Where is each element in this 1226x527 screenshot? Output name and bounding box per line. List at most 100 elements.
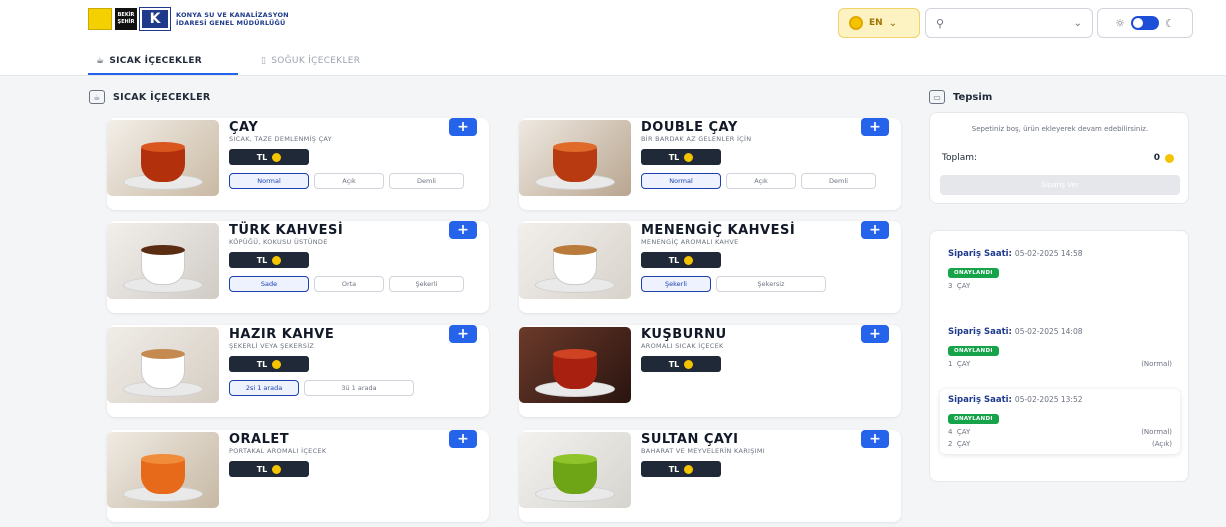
logo-text-line1: KONYA SU VE KANALİZASYON	[176, 11, 289, 19]
option-button[interactable]: Açık	[726, 173, 796, 189]
coin-icon	[684, 152, 694, 162]
coin-icon	[272, 255, 282, 265]
status-badge: ONAYLANDI	[948, 414, 999, 424]
cart-title-text: Tepsim	[953, 91, 993, 103]
product-options: Normal Açık Demli	[229, 173, 464, 189]
active-tab-indicator	[88, 73, 238, 75]
hot-cup-icon: ☕	[89, 90, 105, 104]
add-to-cart-button[interactable]: +	[861, 325, 889, 343]
order-item: Sipariş Saati: 05-02-2025 14:08 ONAYLAND…	[940, 321, 1180, 374]
option-button[interactable]: Demli	[801, 173, 876, 189]
sun-icon: ☼	[1115, 16, 1125, 30]
order-time-label: Sipariş Saati:	[948, 327, 1012, 337]
logo-group[interactable]: BEKİR ŞEHİR K KONYA SU VE KANALİZASYON İ…	[88, 7, 289, 31]
tab-hot-drinks[interactable]: ☕ SICAK İÇECEKLER	[96, 56, 202, 66]
product-price: TL	[229, 149, 309, 165]
logo-bekirsehir: BEKİR ŞEHİR	[115, 8, 137, 30]
order-option: (Normal)	[1141, 360, 1172, 368]
option-button[interactable]: 2si 1 arada	[229, 380, 299, 396]
product-name: ORALET	[229, 432, 290, 447]
order-item: Sipariş Saati: 05-02-2025 13:52 ONAYLAND…	[940, 389, 1180, 454]
product-name: HAZIR KAHVE	[229, 327, 335, 342]
top-header: BEKİR ŞEHİR K KONYA SU VE KANALİZASYON İ…	[0, 0, 1226, 50]
add-to-cart-button[interactable]: +	[449, 325, 477, 343]
tab-label: SOĞUK İÇECEKLER	[271, 56, 361, 66]
add-to-cart-button[interactable]: +	[449, 430, 477, 448]
cart-empty-message: Sepetiniz boş, ürün ekleyerek devam edeb…	[971, 125, 1149, 133]
cart-total-label: Toplam:	[942, 153, 978, 163]
price-currency: TL	[256, 152, 268, 162]
category-tabs: ☕ SICAK İÇECEKLER ▯ SOĞUK İÇECEKLER	[0, 50, 1226, 76]
order-option: (Açık)	[1152, 440, 1172, 448]
place-order-button[interactable]: Sipariş Ver	[940, 175, 1180, 195]
product-price: TL	[229, 252, 309, 268]
product-price: TL	[641, 461, 721, 477]
product-image	[519, 120, 631, 196]
option-button[interactable]: Demli	[389, 173, 464, 189]
add-to-cart-button[interactable]: +	[861, 430, 889, 448]
order-product: ÇAY	[956, 440, 971, 448]
product-image	[107, 223, 219, 299]
cart-panel: Sepetiniz boş, ürün ekleyerek devam edeb…	[929, 112, 1189, 204]
order-product: ÇAY	[956, 360, 971, 368]
order-qty: 1	[948, 360, 953, 368]
moon-icon: ☾	[1165, 16, 1175, 30]
option-button[interactable]: Orta	[314, 276, 384, 292]
product-image	[519, 327, 631, 403]
product-price: TL	[641, 149, 721, 165]
language-code: EN	[869, 18, 883, 28]
order-time-value: 05-02-2025 14:08	[1014, 327, 1083, 336]
product-description: AROMALI SICAK İÇECEK	[641, 342, 724, 350]
logo-b-top: BEKİR	[117, 12, 135, 18]
coin-icon	[849, 16, 863, 30]
theme-switch[interactable]: ☼ ☾	[1097, 8, 1193, 38]
tray-icon: ▭	[929, 90, 945, 104]
option-button[interactable]: Sade	[229, 276, 309, 292]
option-button[interactable]: Normal	[641, 173, 721, 189]
product-name: KUŞBURNU	[641, 327, 727, 342]
option-button[interactable]: Şekersiz	[716, 276, 826, 292]
price-currency: TL	[256, 464, 268, 474]
logo-text-line2: İDARESİ GENEL MÜDÜRLÜĞÜ	[176, 19, 286, 27]
language-select[interactable]: EN ⌄	[838, 8, 920, 38]
chevron-down-icon: ⌄	[1073, 17, 1082, 29]
logo-k: K	[139, 7, 171, 31]
order-time-row: Sipariş Saati: 05-02-2025 14:58	[948, 249, 1172, 259]
product-name: ÇAY	[229, 120, 259, 135]
user-select[interactable]: ⚲ ⌄	[925, 8, 1093, 38]
order-time-row: Sipariş Saati: 05-02-2025 14:08	[948, 327, 1172, 337]
option-button[interactable]: 3ü 1 arada	[304, 380, 414, 396]
product-price: TL	[641, 252, 721, 268]
coin-icon	[684, 255, 694, 265]
theme-toggle[interactable]	[1131, 16, 1159, 30]
coin-icon	[272, 464, 282, 474]
option-button[interactable]: Şekerli	[641, 276, 711, 292]
price-currency: TL	[668, 152, 680, 162]
status-badge: ONAYLANDI	[948, 268, 999, 278]
product-name: DOUBLE ÇAY	[641, 120, 738, 135]
order-time-label: Sipariş Saati:	[948, 395, 1012, 405]
option-button[interactable]: Açık	[314, 173, 384, 189]
tab-label: SICAK İÇECEKLER	[109, 56, 203, 66]
product-name: SULTAN ÇAYI	[641, 432, 739, 447]
tab-cold-drinks[interactable]: ▯ SOĞUK İÇECEKLER	[261, 56, 360, 66]
section-title: ☕ SICAK İÇECEKLER	[89, 90, 211, 104]
order-option: (Normal)	[1141, 428, 1172, 436]
product-card: ORALET PORTAKAL AROMALI İÇECEK TL +	[107, 430, 489, 522]
add-to-cart-button[interactable]: +	[449, 118, 477, 136]
order-product: ÇAY	[956, 282, 971, 290]
add-to-cart-button[interactable]: +	[861, 118, 889, 136]
order-qty: 4	[948, 428, 953, 436]
order-line: 3 ÇAY	[948, 282, 1172, 290]
option-button[interactable]: Şekerli	[389, 276, 464, 292]
add-to-cart-button[interactable]: +	[449, 221, 477, 239]
product-description: ŞEKERLİ VEYA ŞEKERSİZ	[229, 342, 315, 350]
add-to-cart-button[interactable]: +	[861, 221, 889, 239]
option-button[interactable]: Normal	[229, 173, 309, 189]
price-currency: TL	[668, 359, 680, 369]
product-image	[519, 432, 631, 508]
product-image	[107, 120, 219, 196]
product-image	[107, 432, 219, 508]
product-description: SICAK, TAZE DEMLENMİŞ ÇAY	[229, 135, 332, 143]
product-card: SULTAN ÇAYI BAHARAT VE MEYVELERİN KARIŞI…	[519, 430, 901, 522]
